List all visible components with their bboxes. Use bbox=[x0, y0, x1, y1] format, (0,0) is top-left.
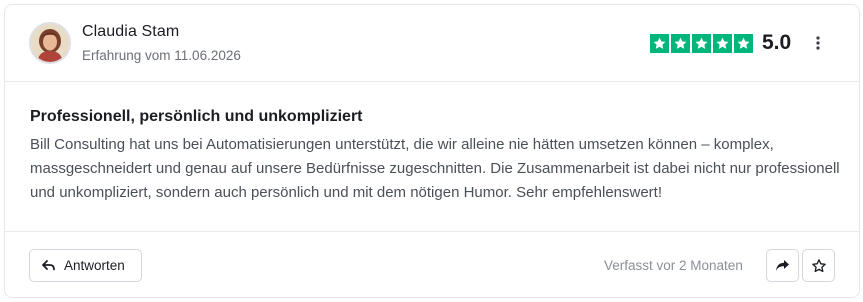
reply-arrow-icon bbox=[42, 260, 55, 271]
rating-star-icon bbox=[692, 34, 711, 53]
review-card: Claudia Stam Erfahrung vom 11.06.2026 5.… bbox=[4, 4, 860, 298]
share-button[interactable] bbox=[766, 249, 799, 282]
avatar[interactable] bbox=[29, 22, 71, 64]
review-header: Claudia Stam Erfahrung vom 11.06.2026 5.… bbox=[5, 5, 859, 82]
star-rating bbox=[650, 34, 753, 53]
written-ago: Verfasst vor 2 Monaten bbox=[604, 258, 743, 273]
more-options-button[interactable] bbox=[809, 31, 827, 55]
rating-star-icon bbox=[671, 34, 690, 53]
rating-star-icon bbox=[734, 34, 753, 53]
author-name[interactable]: Claudia Stam bbox=[82, 23, 179, 41]
share-arrow-icon bbox=[776, 260, 789, 271]
review-title: Professionell, persönlich und unkomplizi… bbox=[30, 108, 363, 125]
reply-button[interactable]: Antworten bbox=[29, 249, 142, 282]
review-text: Bill Consulting hat uns bei Automatisier… bbox=[30, 136, 840, 201]
rating-star-icon bbox=[713, 34, 732, 53]
review-footer: Antworten Verfasst vor 2 Monaten bbox=[5, 232, 859, 297]
rating-value: 5.0 bbox=[762, 31, 792, 54]
rating-star-icon bbox=[650, 34, 669, 53]
review-body: Professionell, persönlich und unkomplizi… bbox=[5, 82, 859, 232]
reply-label: Antworten bbox=[64, 258, 125, 273]
vertical-dots-icon bbox=[816, 36, 820, 50]
experience-date: Erfahrung vom 11.06.2026 bbox=[82, 48, 241, 63]
save-button[interactable] bbox=[802, 249, 835, 282]
avatar-photo-icon bbox=[31, 24, 69, 62]
star-outline-icon bbox=[811, 258, 826, 272]
